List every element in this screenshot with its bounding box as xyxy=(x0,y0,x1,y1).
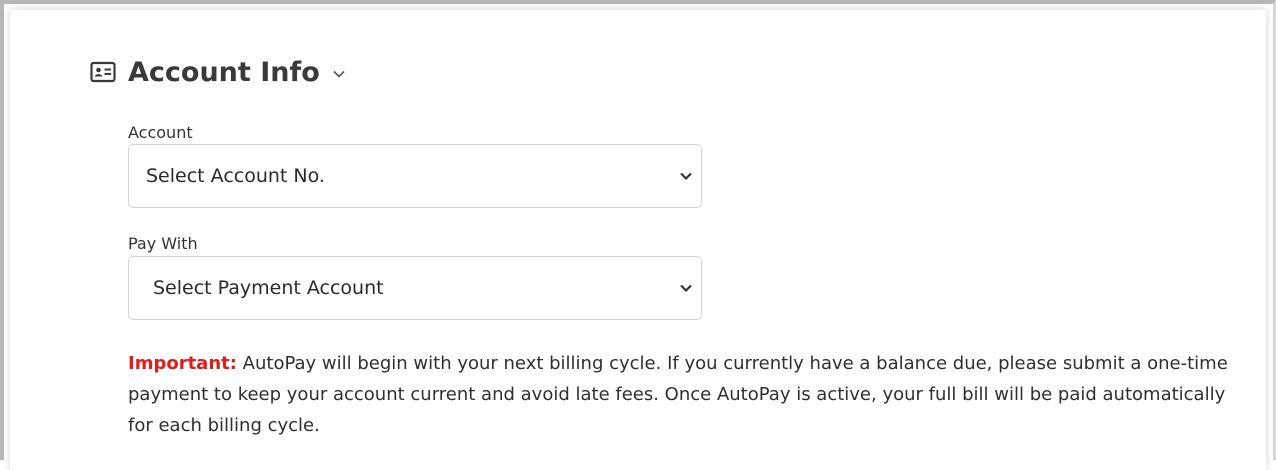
autopay-notice: Important: AutoPay will begin with your … xyxy=(128,348,1228,441)
pay-with-select[interactable]: Select Payment Account xyxy=(128,256,702,320)
account-select-value: Select Account No. xyxy=(146,165,325,187)
window-frame: Account Info Account Select Account No. … xyxy=(0,0,1276,470)
chevron-down-icon xyxy=(679,283,693,293)
pay-with-label: Pay With xyxy=(128,234,198,253)
section-header[interactable]: Account Info xyxy=(90,54,346,90)
pay-with-select-value: Select Payment Account xyxy=(153,277,384,299)
section-title: Account Info xyxy=(128,56,320,88)
account-info-panel: Account Info Account Select Account No. … xyxy=(10,10,1266,470)
chevron-down-icon xyxy=(679,171,693,181)
account-label: Account xyxy=(128,123,193,142)
chevron-down-icon[interactable] xyxy=(332,65,346,79)
account-select[interactable]: Select Account No. xyxy=(128,144,702,208)
notice-text: AutoPay will begin with your next billin… xyxy=(128,353,1228,436)
important-label: Important: xyxy=(128,353,237,374)
id-card-icon xyxy=(90,61,116,83)
